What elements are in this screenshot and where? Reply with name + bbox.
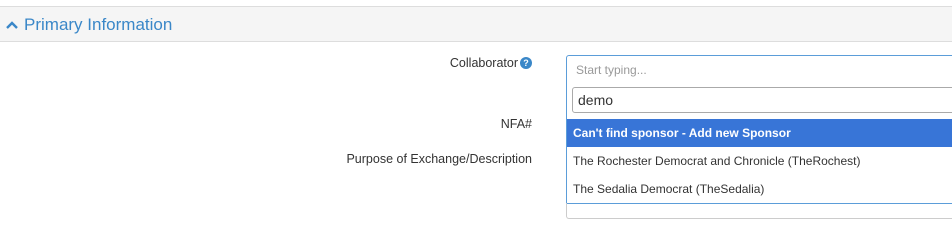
panel-title: Primary Information [24,15,173,34]
chevron-up-icon [6,21,18,29]
dropdown-search-input[interactable] [572,87,952,113]
collaborator-dropdown: Can't find sponsor - Add new Sponsor The… [566,83,952,204]
option-add-new-sponsor[interactable]: Can't find sponsor - Add new Sponsor [567,119,952,147]
select-placeholder: Start typing... [576,63,647,77]
question-circle-icon[interactable]: ? [520,57,532,69]
option-sedalia-democrat[interactable]: The Sedalia Democrat (TheSedalia) [567,175,952,203]
collaborator-select[interactable]: Start typing... [566,55,952,84]
nfa-label: NFA# [500,117,532,131]
collaborator-label: Collaborator [449,56,518,70]
purpose-label: Purpose of Exchange/Description [346,152,532,166]
purpose-field[interactable] [566,203,952,219]
option-rochester-democrat[interactable]: The Rochester Democrat and Chronicle (Th… [567,147,952,175]
panel-header-primary-information[interactable]: Primary Information [0,6,952,42]
